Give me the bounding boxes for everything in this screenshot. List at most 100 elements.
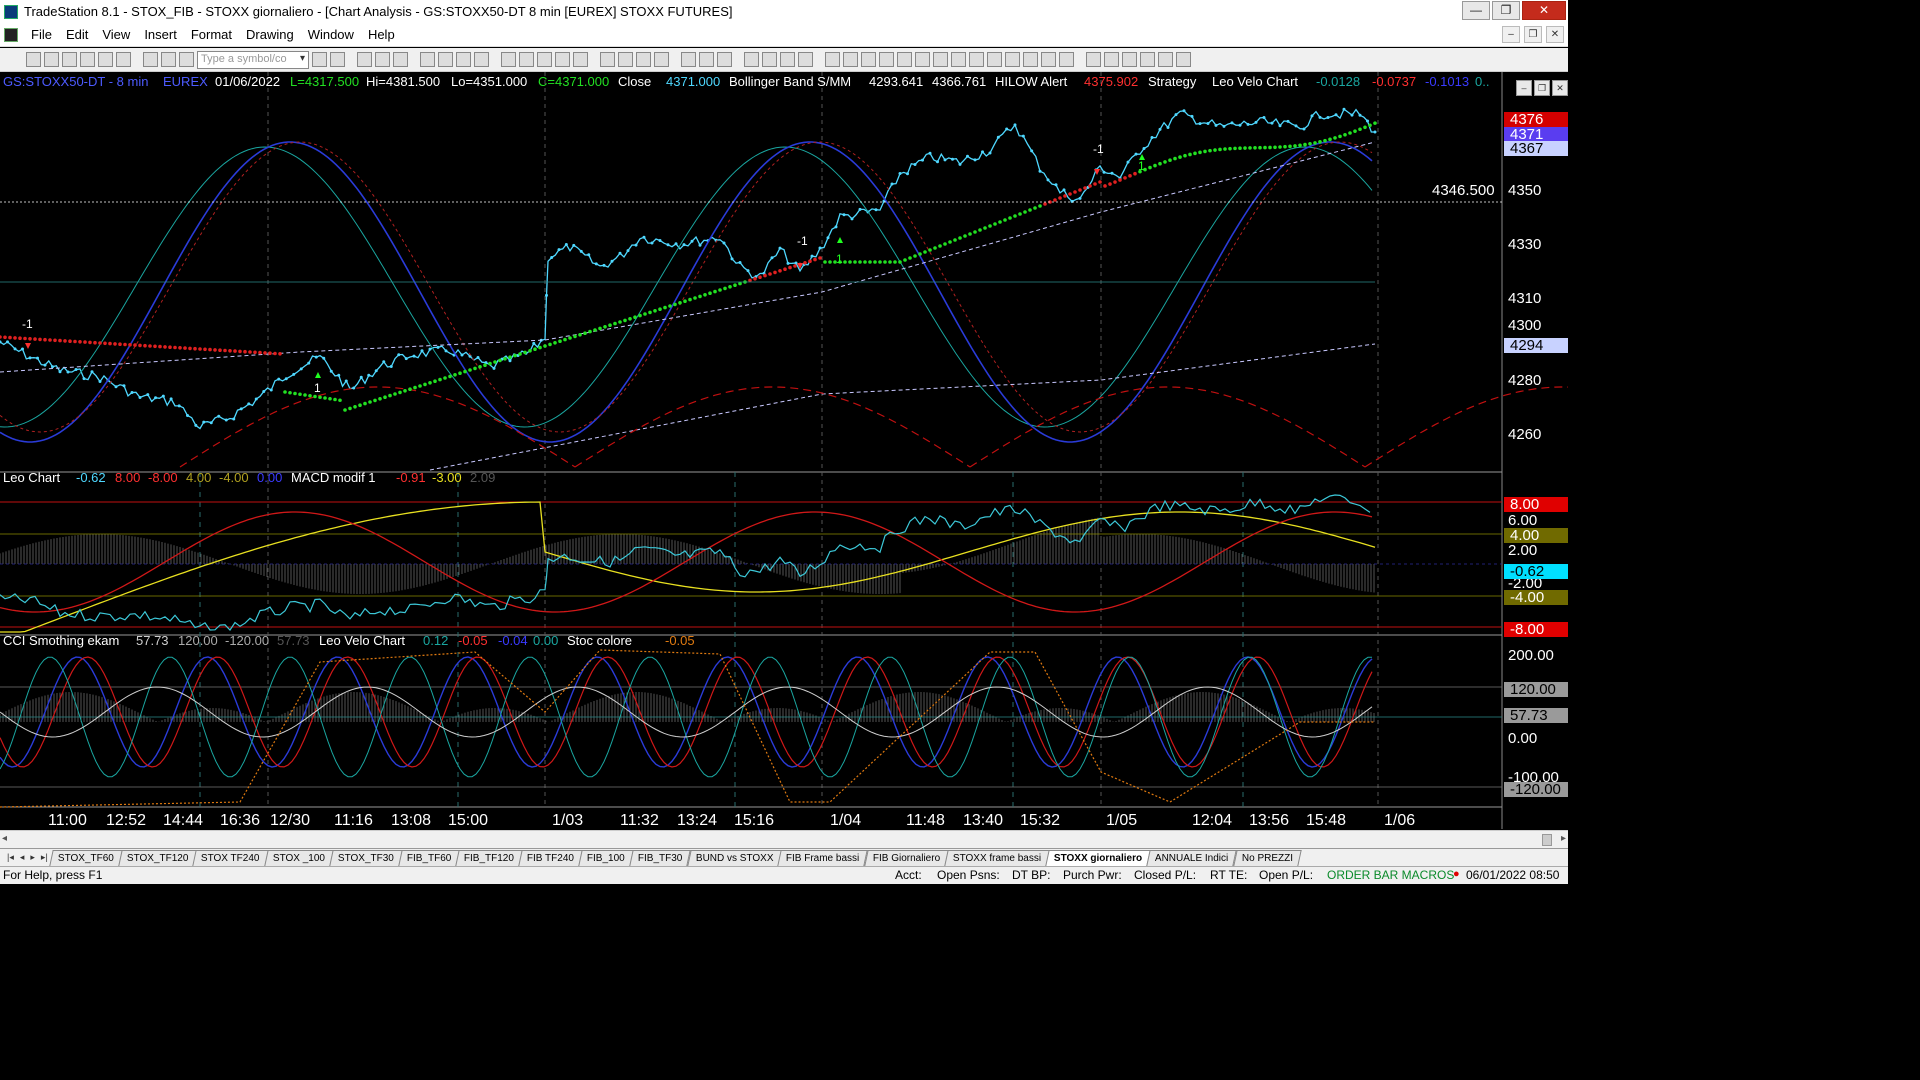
pointer-tool-icon[interactable] xyxy=(780,52,795,67)
chart-subwindow-button-2[interactable]: ✕ xyxy=(1552,80,1568,96)
chart-tool-icon[interactable] xyxy=(501,52,516,67)
pointer-tool-icon[interactable] xyxy=(744,52,759,67)
zoom-tool-icon[interactable] xyxy=(717,52,732,67)
file-tool-icon[interactable] xyxy=(116,52,131,67)
menu-insert[interactable]: Insert xyxy=(137,27,184,42)
print-tool-icon[interactable] xyxy=(143,52,158,67)
print-tool-icon[interactable] xyxy=(179,52,194,67)
zoom-tool-icon[interactable] xyxy=(699,52,714,67)
analysis-tool-icon[interactable] xyxy=(474,52,489,67)
workspace-tab-5[interactable]: FIB_TF60 xyxy=(398,850,460,866)
chart-tool-icon[interactable] xyxy=(537,52,552,67)
file-tool-icon[interactable] xyxy=(26,52,41,67)
file-tool-icon[interactable] xyxy=(62,52,77,67)
menu-format[interactable]: Format xyxy=(184,27,239,42)
drawing-tool-icon[interactable] xyxy=(879,52,894,67)
chart-tool-icon[interactable] xyxy=(519,52,534,67)
status-order-bar-macros[interactable]: ORDER BAR MACROS xyxy=(1327,868,1454,882)
zoom-tool-icon[interactable] xyxy=(681,52,696,67)
drawing-tool-icon[interactable] xyxy=(969,52,984,67)
chart-tool-icon[interactable] xyxy=(573,52,588,67)
workspace-tab-16[interactable]: No PREZZI xyxy=(1232,850,1302,866)
maximize-button[interactable]: ❐ xyxy=(1492,1,1520,20)
drawing-tool-icon[interactable] xyxy=(1023,52,1038,67)
print-tool-icon[interactable] xyxy=(161,52,176,67)
go-tool-icon[interactable] xyxy=(330,52,345,67)
menu-help[interactable]: Help xyxy=(361,27,402,42)
workspace-tab-13[interactable]: STOXX frame bassi xyxy=(944,850,1050,866)
drawing-tool-icon[interactable] xyxy=(861,52,876,67)
workspace-tab-1[interactable]: STOX_TF120 xyxy=(118,850,197,866)
chart-analysis-window[interactable]: GS:STOXX50-DT - 8 min EUREX 01/06/2022 L=43… xyxy=(0,72,1568,829)
marker-tool-icon[interactable] xyxy=(1176,52,1191,67)
file-tool-icon[interactable] xyxy=(44,52,59,67)
tab-nav-3-icon[interactable]: ▸| xyxy=(38,852,51,863)
menu-drawing[interactable]: Drawing xyxy=(239,27,301,42)
workspace-tab-0[interactable]: STOX_TF60 xyxy=(49,850,123,866)
window-tool-icon[interactable] xyxy=(357,52,372,67)
minimize-button[interactable]: — xyxy=(1462,1,1490,20)
tab-nav-1-icon[interactable]: ◂ xyxy=(17,852,28,863)
symbol-input[interactable]: Type a symbol/co xyxy=(197,50,309,69)
drawing-tool-icon[interactable] xyxy=(825,52,840,67)
bar-tool-icon[interactable] xyxy=(600,52,615,67)
drawing-tool-icon[interactable] xyxy=(1005,52,1020,67)
chart-tool-icon[interactable] xyxy=(555,52,570,67)
marker-tool-icon[interactable] xyxy=(1140,52,1155,67)
bar-tool-icon[interactable] xyxy=(654,52,669,67)
analysis-tool-icon[interactable] xyxy=(456,52,471,67)
workspace-tab-6[interactable]: FIB_TF120 xyxy=(455,850,524,866)
drawing-tool-icon[interactable] xyxy=(915,52,930,67)
window-tool-icon[interactable] xyxy=(393,52,408,67)
workspace-tab-4[interactable]: STOX_TF30 xyxy=(329,850,403,866)
workspace-tab-8[interactable]: FIB_100 xyxy=(578,850,634,866)
marker-tool-icon[interactable] xyxy=(1086,52,1101,67)
workspace-tab-15[interactable]: ANNUALE Indici xyxy=(1146,850,1238,866)
drawing-tool-icon[interactable] xyxy=(843,52,858,67)
mdi-close-button[interactable]: ✕ xyxy=(1546,26,1564,43)
drawing-tool-icon[interactable] xyxy=(951,52,966,67)
window-tool-icon[interactable] xyxy=(375,52,390,67)
workspace-tab-2[interactable]: STOX TF240 xyxy=(192,850,269,866)
marker-tool-icon[interactable] xyxy=(1104,52,1119,67)
drawing-tool-icon[interactable] xyxy=(987,52,1002,67)
workspace-tab-11[interactable]: FIB Frame bassi xyxy=(777,850,869,866)
marker-tool-icon[interactable] xyxy=(1158,52,1173,67)
go-tool-icon[interactable] xyxy=(312,52,327,67)
workspace-tab-14[interactable]: STOXX giornaliero xyxy=(1045,850,1151,866)
bar-tool-icon[interactable] xyxy=(636,52,651,67)
chart-canvas[interactable] xyxy=(0,72,1568,829)
menu-window[interactable]: Window xyxy=(301,27,361,42)
horizontal-scrollbar[interactable]: ◂ ▸ xyxy=(0,830,1568,848)
mdi-restore-button[interactable]: ❐ xyxy=(1524,26,1542,43)
workspace-tab-12[interactable]: FIB Giornaliero xyxy=(863,850,949,866)
scroll-left-arrow-icon[interactable]: ◂ xyxy=(2,833,7,844)
chart-subwindow-button-0[interactable]: ‒ xyxy=(1516,80,1532,96)
workspace-tab-3[interactable]: STOX _100 xyxy=(264,850,334,866)
tab-nav-0-icon[interactable]: |◂ xyxy=(4,852,17,863)
chart-subwindow-button-1[interactable]: ❐ xyxy=(1534,80,1550,96)
file-tool-icon[interactable] xyxy=(98,52,113,67)
workspace-tab-10[interactable]: BUND vs STOXX xyxy=(686,850,782,866)
workspace-tab-9[interactable]: FIB_TF30 xyxy=(629,850,692,866)
file-tool-icon[interactable] xyxy=(80,52,95,67)
scroll-thumb[interactable] xyxy=(1542,834,1552,846)
pointer-tool-icon[interactable] xyxy=(762,52,777,67)
mdi-minimize-button[interactable]: ‒ xyxy=(1502,26,1520,43)
menu-view[interactable]: View xyxy=(95,27,137,42)
marker-tool-icon[interactable] xyxy=(1122,52,1137,67)
tab-nav-2-icon[interactable]: ▸ xyxy=(27,852,38,863)
menu-edit[interactable]: Edit xyxy=(59,27,95,42)
pointer-tool-icon[interactable] xyxy=(798,52,813,67)
scroll-right-arrow-icon[interactable]: ▸ xyxy=(1561,833,1566,844)
drawing-tool-icon[interactable] xyxy=(1059,52,1074,67)
analysis-tool-icon[interactable] xyxy=(420,52,435,67)
drawing-tool-icon[interactable] xyxy=(1041,52,1056,67)
analysis-tool-icon[interactable] xyxy=(438,52,453,67)
chart-document-icon[interactable] xyxy=(4,27,18,42)
drawing-tool-icon[interactable] xyxy=(897,52,912,67)
workspace-tab-7[interactable]: FIB TF240 xyxy=(518,850,584,866)
bar-tool-icon[interactable] xyxy=(618,52,633,67)
drawing-tool-icon[interactable] xyxy=(933,52,948,67)
close-button[interactable]: ✕ xyxy=(1522,1,1566,20)
